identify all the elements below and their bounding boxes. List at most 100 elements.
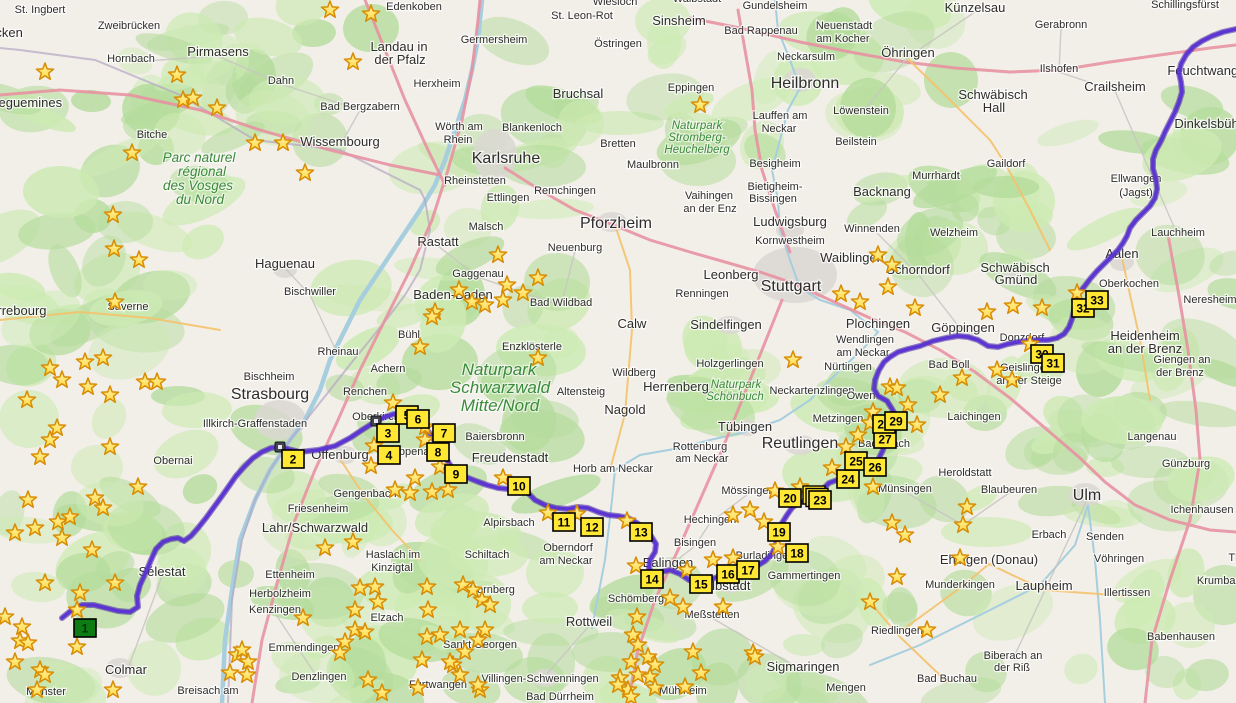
place-label: Eppingen [668,82,715,94]
place-label: Nagold [604,402,645,417]
place-label: Friesenheim [288,503,349,515]
map-viewport[interactable]: Parc naturelrégionaldes Vosgesdu NordNat… [0,0,1236,703]
route-marker-8[interactable]: 8 [427,443,449,461]
place-label: der Brenz [1156,367,1204,379]
place-label: Schillingsfürst [1151,0,1219,11]
route-marker-10[interactable]: 10 [508,477,530,495]
route-marker-12[interactable]: 12 [581,518,603,536]
route-marker-16[interactable]: 16 [717,565,739,583]
place-label: Malsch [469,221,504,233]
route-marker-14[interactable]: 14 [641,570,663,588]
marker-number: 18 [790,547,804,561]
place-label: Haslach im [366,549,420,561]
route-marker-31[interactable]: 31 [1042,354,1064,372]
place-label: Gundelsheim [743,0,808,12]
place-label: Bietigheim- [747,181,802,193]
place-label: Biberach an [984,650,1043,662]
marker-number: 24 [841,473,855,487]
map-canvas[interactable]: Parc naturelrégionaldes Vosgesdu NordNat… [0,0,1236,703]
place-label: Neckartenzlingen [770,385,855,397]
route-marker-9[interactable]: 9 [445,465,467,483]
route-marker-13[interactable]: 13 [630,523,652,541]
place-label: Plochingen [846,316,910,331]
place-label: Laupheim [1015,578,1072,593]
route-marker-19[interactable]: 19 [768,523,790,541]
place-label: Schiltach [465,549,510,561]
marker-number: 17 [741,564,755,578]
route-marker-33[interactable]: 33 [1086,291,1108,309]
place-label: Wörth am [435,121,483,133]
place-label: Altensteig [557,386,605,398]
place-label: Kenzingen [249,604,301,616]
place-label: Bad Bergzabern [320,101,400,113]
place-label: Löwenstein [833,105,889,117]
place-label: Ettenheim [265,569,315,581]
place-label: Bruchsal [553,86,604,101]
place-label: Pirmasens [187,44,249,59]
route-marker-24[interactable]: 24 [837,470,859,488]
place-label: Herbolzheim [249,588,311,600]
marker-number: 15 [694,578,708,592]
marker-number: 6 [415,413,422,427]
marker-number: 16 [721,568,735,582]
place-label: Rastatt [417,234,459,249]
place-label: Gaildorf [987,158,1026,170]
route-marker-11[interactable]: 11 [553,513,575,531]
route-marker-23[interactable]: 23 [803,486,831,509]
place-label: Wildberg [612,367,655,379]
place-label: Enzklösterle [502,341,562,353]
route-marker-15[interactable]: 15 [690,575,712,593]
place-label: Künzelsau [945,0,1006,15]
place-label: Elzach [370,612,403,624]
place-label: am Neckar [675,453,729,465]
place-label: Dinkelsbühl [1174,116,1236,131]
place-label: Ilshofen [1040,63,1079,75]
marker-number: 2 [290,453,297,467]
place-label: Villingen-Schwenningen [481,673,598,685]
place-label: Emmendingen [269,642,340,654]
place-label: Laichingen [947,411,1000,423]
place-label: Giengen an [1154,354,1211,366]
place-label: Saarbrücken [0,25,23,40]
route-marker-6[interactable]: 6 [407,410,429,428]
place-label: Krumbach [1197,575,1236,587]
place-label: Wissembourg [300,134,379,149]
route-marker-29[interactable]: 29 [885,412,907,430]
marker-number: 19 [772,526,786,540]
marker-number: 7 [441,427,448,441]
place-label: Herxheim [413,78,460,90]
marker-number: 13 [634,526,648,540]
route-marker-17[interactable]: 17 [737,561,759,579]
route-marker-2[interactable]: 2 [282,450,304,468]
place-label: Heroldstatt [938,467,991,479]
place-label: Sarreguemines [0,95,63,110]
place-label: der Riß [994,662,1030,674]
via-point-inner [374,419,378,423]
place-label: Pforzheim [580,215,652,232]
place-label: Freudenstadt [472,450,549,465]
marker-number: 8 [435,446,442,460]
route-marker-4[interactable]: 4 [378,446,400,464]
place-label: Denzlingen [291,671,346,683]
route-marker-7[interactable]: 7 [433,424,455,442]
place-label: Bitche [137,129,168,141]
place-label: Münsingen [878,483,932,495]
route-marker-3[interactable]: 3 [377,424,399,442]
route-marker-26[interactable]: 26 [864,458,886,476]
place-label: Alpirsbach [483,517,534,529]
place-label: Östringen [594,38,642,50]
route-marker-20[interactable]: 20 [779,489,801,507]
place-label: Rheinstetten [444,175,506,187]
place-label: Vaihingen [685,190,733,202]
place-label: Meßstetten [684,609,739,621]
place-label: Ludwigsburg [753,214,827,229]
place-label: Langenau [1128,431,1177,443]
place-label: Neresheim [1183,294,1236,306]
place-label: Gengenbach [334,488,397,500]
place-label: Herrenberg [643,379,709,394]
place-label: Crailsheim [1084,79,1145,94]
route-marker-18[interactable]: 18 [786,544,808,562]
place-label: Gmünd [995,272,1038,287]
route-start-marker[interactable]: 1 [74,619,96,637]
place-label: Mengen [826,682,866,694]
